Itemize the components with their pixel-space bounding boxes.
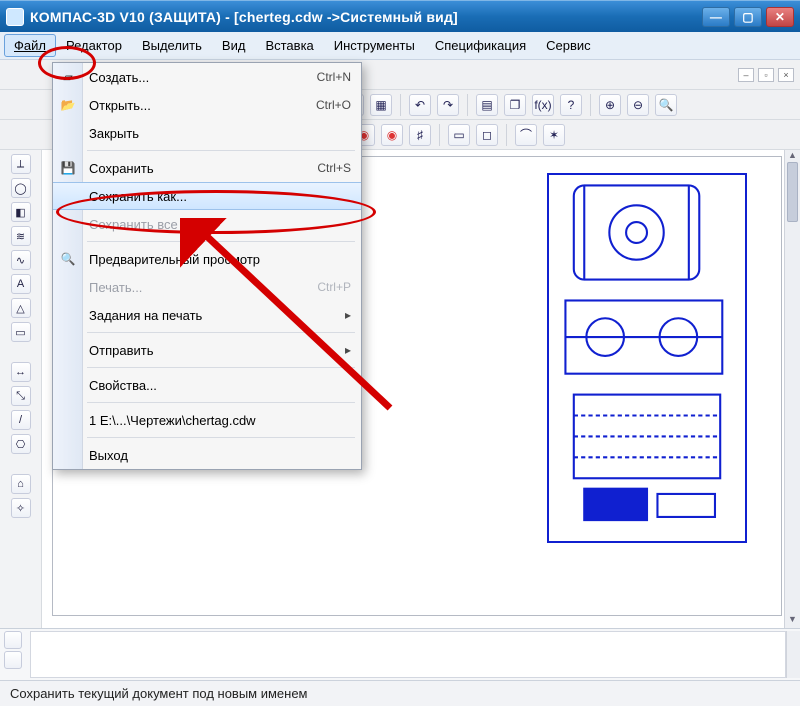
undo-icon[interactable]: ↶: [409, 94, 431, 116]
scroll-down-icon[interactable]: ▼: [785, 614, 800, 628]
vertical-scrollbar[interactable]: ▲ ▼: [784, 150, 800, 628]
left-toolbar: ⟂ ◯ ◧ ≋ ∿ A △ ▭ ↔ ⤡ / ⎔ ⌂ ✧: [0, 150, 42, 628]
mdi-restore[interactable]: ▫: [758, 68, 774, 82]
property-panel: [0, 628, 800, 680]
zoom-in-icon[interactable]: ⊕: [599, 94, 621, 116]
menu-tools[interactable]: Инструменты: [324, 34, 425, 57]
property-area[interactable]: [30, 631, 786, 678]
arc-icon[interactable]: ⌒: [515, 124, 537, 146]
prop-icon-2[interactable]: [4, 651, 22, 669]
menu-save-as[interactable]: Сохранить как...: [53, 182, 361, 210]
scroll-thumb[interactable]: [787, 162, 798, 222]
menu-select[interactable]: Выделить: [132, 34, 212, 57]
tool-5[interactable]: ∿: [11, 250, 31, 270]
snap-grid-icon[interactable]: ♯: [409, 124, 431, 146]
menu-recent-1[interactable]: 1 E:\...\Чертежи\chertag.cdw: [53, 406, 361, 434]
menu-close[interactable]: Закрыть: [53, 119, 361, 147]
menu-preview[interactable]: 🔍 Предварительный просмотр: [53, 245, 361, 273]
tool-11[interactable]: /: [11, 410, 31, 430]
menu-edit[interactable]: Редактор: [56, 34, 132, 57]
drawing-frame: [547, 173, 747, 543]
palette-icon[interactable]: ▤: [476, 94, 498, 116]
zoom-out-icon[interactable]: ⊖: [627, 94, 649, 116]
tool-9[interactable]: ↔: [11, 362, 31, 382]
spark-icon[interactable]: ✶: [543, 124, 565, 146]
menu-properties[interactable]: Свойства...: [53, 371, 361, 399]
close-button[interactable]: ✕: [766, 7, 794, 27]
minimize-button[interactable]: —: [702, 7, 730, 27]
mdi-close[interactable]: ×: [778, 68, 794, 82]
menu-print-jobs[interactable]: Задания на печать▸: [53, 301, 361, 329]
menu-service[interactable]: Сервис: [536, 34, 601, 57]
menu-save[interactable]: 💾 СохранитьCtrl+S: [53, 154, 361, 182]
menu-exit[interactable]: Выход: [53, 441, 361, 469]
tool-7[interactable]: △: [11, 298, 31, 318]
preview-icon: 🔍: [59, 250, 77, 268]
save-icon: 💾: [59, 159, 77, 177]
mdi-minimize[interactable]: –: [738, 68, 754, 82]
menu-spec[interactable]: Спецификация: [425, 34, 536, 57]
menu-save-all: Сохранить все: [53, 210, 361, 238]
tool-8[interactable]: ▭: [11, 322, 31, 342]
tool-14[interactable]: ✧: [11, 498, 31, 518]
menu-file[interactable]: Файл: [4, 34, 56, 57]
object-icon[interactable]: ❐: [504, 94, 526, 116]
menu-open[interactable]: 📂 Открыть...Ctrl+O: [53, 91, 361, 119]
menu-print: Печать...Ctrl+P: [53, 273, 361, 301]
statusbar: Сохранить текущий документ под новым име…: [0, 680, 800, 706]
redo-icon[interactable]: ↷: [437, 94, 459, 116]
tool-13[interactable]: ⌂: [11, 474, 31, 494]
app-icon: [6, 8, 24, 26]
menubar: Файл Редактор Выделить Вид Вставка Инстр…: [0, 32, 800, 60]
maximize-button[interactable]: ▢: [734, 7, 762, 27]
mdi-controls: – ▫ ×: [738, 68, 794, 82]
window-controls: — ▢ ✕: [702, 7, 794, 27]
cad-drawing: [549, 175, 745, 541]
menu-insert[interactable]: Вставка: [255, 34, 323, 57]
status-text: Сохранить текущий документ под новым име…: [10, 686, 308, 701]
help-icon[interactable]: ?: [560, 94, 582, 116]
titlebar: КОМПАС-3D V10 (ЗАЩИТА) - [cherteg.cdw ->…: [0, 0, 800, 32]
tool-4[interactable]: ≋: [11, 226, 31, 246]
file-dropdown: ▱ Создать...Ctrl+N 📂 Открыть...Ctrl+O За…: [52, 62, 362, 470]
zoom-win-icon[interactable]: 🔍: [655, 94, 677, 116]
tool-1[interactable]: ⟂: [11, 154, 31, 174]
tool-12[interactable]: ⎔: [11, 434, 31, 454]
fx-icon[interactable]: f(x): [532, 94, 554, 116]
shape-a-icon[interactable]: ▭: [448, 124, 470, 146]
open-icon: 📂: [59, 96, 77, 114]
tool-2[interactable]: ◯: [11, 178, 31, 198]
tool-10[interactable]: ⤡: [11, 386, 31, 406]
tool-6[interactable]: A: [11, 274, 31, 294]
menu-new[interactable]: ▱ Создать...Ctrl+N: [53, 63, 361, 91]
shape-b-icon[interactable]: ◻: [476, 124, 498, 146]
menu-view[interactable]: Вид: [212, 34, 256, 57]
menu-send[interactable]: Отправить▸: [53, 336, 361, 364]
property-scrollbar[interactable]: [786, 631, 800, 678]
new-icon: ▱: [59, 68, 77, 86]
window-title: КОМПАС-3D V10 (ЗАЩИТА) - [cherteg.cdw ->…: [30, 9, 702, 25]
snap2-icon[interactable]: ◉: [381, 124, 403, 146]
prop-icon-1[interactable]: [4, 631, 22, 649]
grid-icon[interactable]: ▦: [370, 94, 392, 116]
tool-3[interactable]: ◧: [11, 202, 31, 222]
